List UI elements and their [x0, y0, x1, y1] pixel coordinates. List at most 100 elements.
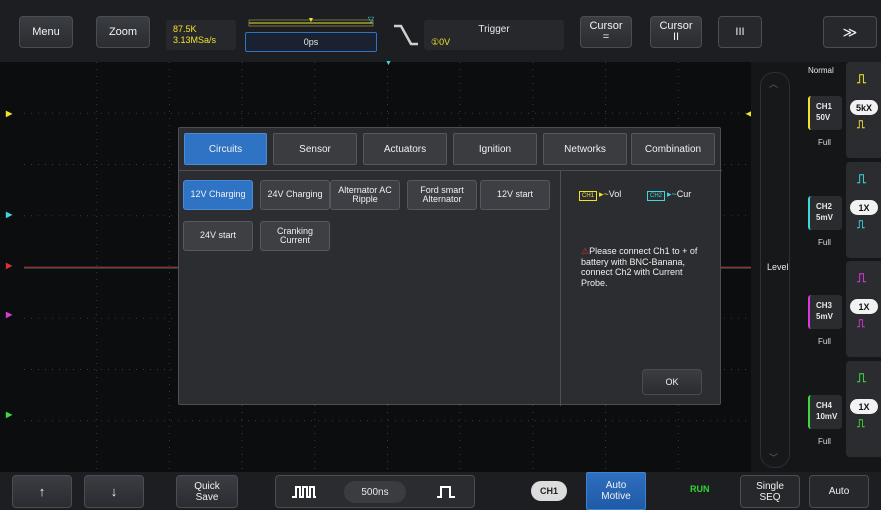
ch2-pulse-icon: ⎍ — [857, 171, 867, 186]
ch3-volt: 5mV — [816, 312, 833, 321]
tab-combination[interactable]: Combination — [631, 133, 715, 165]
cursor-vertical-button[interactable]: Cursor II — [650, 16, 702, 48]
quick-save-button[interactable]: Quick Save — [176, 475, 238, 508]
level-label: Level — [767, 262, 789, 272]
trigger-mode[interactable]: Normal — [808, 66, 834, 75]
connection-instruction: ⚠Please connect Ch1 to + of battery with… — [581, 246, 711, 288]
ch1-volt: 50V — [816, 113, 831, 122]
option-24v-start[interactable]: 24V start — [183, 221, 253, 251]
sample-rate: 87.5K — [173, 24, 197, 34]
panel-divider — [560, 170, 561, 406]
ch1-tag: CH1 — [579, 191, 598, 201]
tab-actuators[interactable]: Actuators — [363, 133, 447, 165]
auto-button[interactable]: Auto — [809, 475, 869, 508]
run-status-button[interactable]: RUN — [690, 484, 710, 494]
trigger-position-marker[interactable]: ▼ — [385, 60, 392, 67]
timebase-control: 500ns — [275, 475, 475, 508]
memory-depth-bar: ▼ ▽ — [248, 15, 375, 27]
timebase-decrease-button[interactable] — [284, 482, 324, 502]
tab-networks[interactable]: Networks — [543, 133, 627, 165]
option-alternator-ac-ripple[interactable]: Alternator AC Ripple — [330, 180, 400, 210]
option-cranking-current[interactable]: Cranking Current — [260, 221, 330, 251]
ch4-setting[interactable]: CH4 10mV — [808, 395, 842, 429]
auto-motive-button[interactable]: Auto Motive — [586, 472, 646, 510]
instruction-text: Please connect Ch1 to + of battery with … — [581, 246, 698, 288]
collapse-panel-button[interactable]: ≫ — [823, 16, 877, 48]
sample-rate-panel[interactable]: 87.5K 3.13MSa/s — [166, 20, 236, 50]
timebase-increase-button[interactable] — [426, 482, 466, 502]
ch2-name: CH2 — [816, 202, 833, 211]
ch3-name: CH3 — [816, 301, 833, 310]
bottom-toolbar: ↑ ↓ Quick Save 500ns CH1 Auto Motive RUN… — [0, 472, 881, 510]
single-seq-button[interactable]: Single SEQ — [740, 475, 800, 508]
option-12v-start[interactable]: 12V start — [480, 180, 550, 210]
wide-pulse-icon — [437, 486, 455, 498]
automotive-test-dialog: Circuits Sensor Actuators Ignition Netwo… — [178, 127, 722, 406]
option-ford-smart-alternator[interactable]: Ford smart Alternator — [407, 180, 477, 210]
option-12v-charging[interactable]: 12V Charging — [183, 180, 253, 210]
ch3-range: Full — [818, 337, 831, 346]
ch2-setting[interactable]: CH2 5mV — [808, 196, 842, 230]
svg-text:▼: ▼ — [308, 17, 315, 24]
trigger-panel[interactable]: Trigger ①0V — [424, 20, 564, 50]
ch2-probe-badge[interactable]: 1X — [850, 200, 878, 215]
ch1-setting[interactable]: CH1 50V — [808, 96, 842, 130]
tab-ignition[interactable]: Ignition — [453, 133, 537, 165]
level-up-icon: ︿ — [769, 79, 779, 89]
ch4-coupling-icon: ⎍ — [857, 418, 865, 430]
ch1-function: ▸~Vol — [599, 189, 621, 200]
ch3-offset-marker[interactable]: ▶ — [6, 261, 12, 270]
warning-icon: ⚠ — [581, 246, 590, 256]
down-arrow-button[interactable]: ↓ — [84, 475, 144, 508]
timebase-position-panel[interactable]: ▼ ▽ 0ps — [245, 15, 377, 52]
ch1-function-label: Vol — [608, 189, 622, 199]
level-down-icon: ﹀ — [769, 453, 779, 463]
ch3-pulse-icon: ⎍ — [857, 270, 867, 285]
tab-circuits[interactable]: Circuits — [184, 133, 267, 165]
ch2-function: ▸~Cur — [667, 189, 691, 200]
zoom-button[interactable]: Zoom — [96, 16, 150, 48]
ok-button[interactable]: OK — [642, 369, 702, 395]
ch2-offset-marker[interactable]: ▶ — [6, 210, 12, 219]
ch3-setting[interactable]: CH3 5mV — [808, 295, 842, 329]
cursor-vertical-symbol: II — [672, 31, 680, 43]
tab-sensor[interactable]: Sensor — [273, 133, 357, 165]
ch4-pulse-icon: ⎍ — [857, 370, 867, 385]
trigger-level: ①0V — [431, 37, 451, 47]
ch2-function-label: Cur — [676, 189, 692, 199]
sample-speed: 3.13MSa/s — [173, 35, 217, 45]
cursor-bars-button[interactable]: III — [718, 16, 762, 48]
ch4-probe-badge[interactable]: 1X — [850, 399, 878, 414]
svg-text:▽: ▽ — [368, 16, 375, 24]
up-arrow-button[interactable]: ↑ — [12, 475, 72, 508]
ch4-volt: 10mV — [816, 412, 838, 421]
trigger-edge-icon[interactable] — [392, 20, 420, 50]
ch2-tag: CH2 — [647, 191, 666, 201]
timebase-value[interactable]: 500ns — [344, 481, 406, 503]
channel-select-button[interactable]: CH1 — [531, 481, 567, 501]
ch2-range: Full — [818, 238, 831, 247]
cursor-horizontal-button[interactable]: Cursor = — [580, 16, 632, 48]
trigger-title: Trigger — [478, 24, 510, 35]
top-toolbar: Menu Zoom 87.5K 3.13MSa/s ▼ ▽ 0ps Trigge… — [0, 0, 881, 62]
ch1-pulse-icon: ⎍ — [857, 71, 867, 86]
ch3-coupling-icon: ⎍ — [857, 318, 865, 330]
tab-divider — [179, 170, 722, 171]
menu-button[interactable]: Menu — [19, 16, 73, 48]
time-offset[interactable]: 0ps — [245, 32, 377, 52]
ch4-range: Full — [818, 437, 831, 446]
ch4-offset-marker[interactable]: ▶ — [6, 310, 12, 319]
ch2-arrow-icon: ▸~ — [667, 189, 677, 199]
ch4-name: CH4 — [816, 401, 833, 410]
option-24v-charging[interactable]: 24V Charging — [260, 180, 330, 210]
ch2-coupling-icon: ⎍ — [857, 219, 865, 231]
ch1-arrow-icon: ▸~ — [599, 189, 609, 199]
ch2-volt: 5mV — [816, 213, 833, 222]
dense-pulse-icon — [292, 486, 316, 498]
ch1-range: Full — [818, 138, 831, 147]
ch3-probe-badge[interactable]: 1X — [850, 299, 878, 314]
ch1-probe-badge[interactable]: 5kX — [850, 100, 878, 115]
cursor-horizontal-symbol: = — [602, 31, 610, 43]
ch1-offset-marker[interactable]: ▶ — [6, 109, 12, 118]
ch5-offset-marker[interactable]: ▶ — [6, 410, 12, 419]
